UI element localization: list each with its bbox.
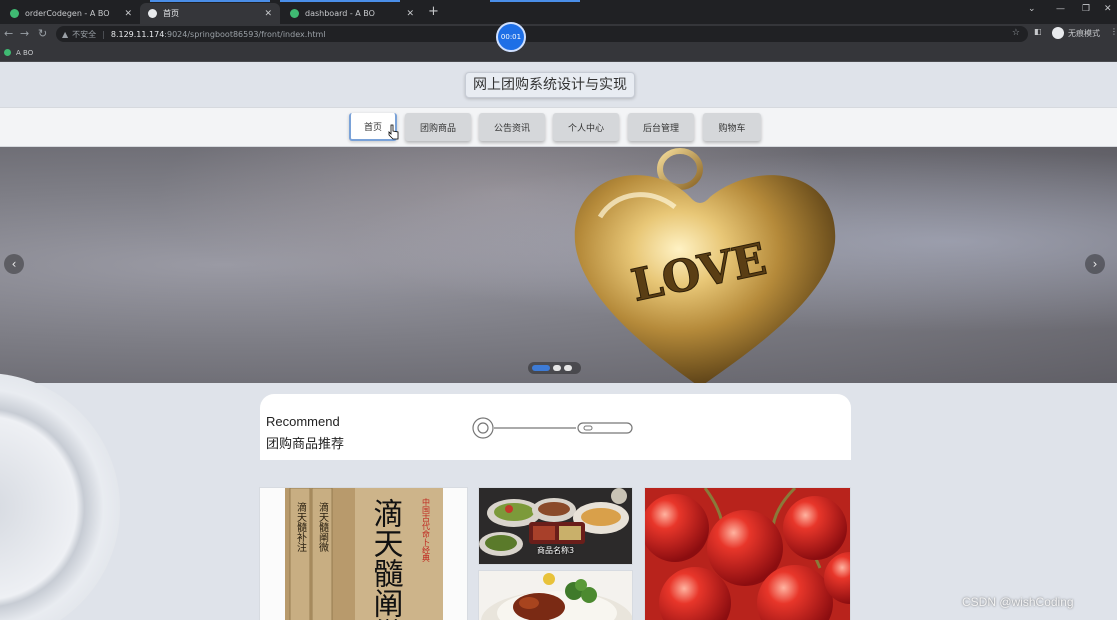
svg-text:滴天髓阐微: 滴天髓阐微 <box>317 501 329 553</box>
nav-announcements[interactable]: 公告资讯 <box>479 113 545 141</box>
nav-admin[interactable]: 后台管理 <box>628 113 694 141</box>
minimize-icon[interactable]: — <box>1056 4 1065 14</box>
carousel-dot[interactable] <box>564 365 572 371</box>
bookmark-favicon-icon <box>4 49 11 56</box>
tab-favicon-icon <box>10 9 19 18</box>
tab-title: 首页 <box>163 9 179 18</box>
menu-icon[interactable]: ⋮ <box>1110 27 1117 36</box>
browser-tab-bar: orderCodegen - A BO ✕ 首页 ✕ dashboard - A… <box>0 0 1117 24</box>
carousel-dot[interactable] <box>553 365 561 371</box>
close-window-icon[interactable]: ✕ <box>1104 4 1112 14</box>
url-host: 8.129.11.174 <box>110 29 165 39</box>
carousel-indicators <box>528 362 581 374</box>
watermark-text: CSDN @wishCoding <box>962 595 1074 609</box>
nav-cart[interactable]: 购物车 <box>703 113 761 141</box>
divider: | <box>102 29 105 39</box>
nav-group-products[interactable]: 团购商品 <box>405 113 471 141</box>
new-tab-button[interactable]: + <box>428 4 439 19</box>
tab-ordercodegen[interactable]: orderCodegen - A BO ✕ <box>2 3 140 24</box>
product-card[interactable] <box>478 570 633 620</box>
browser-toolbar: ← → ↻ ▲ 不安全 | 8.129.11.174 :9024/springb… <box>0 24 1117 44</box>
tab-dashboard[interactable]: dashboard - A BO ✕ <box>282 3 422 24</box>
heart-pendant-image: LOVE <box>574 148 836 383</box>
carousel-prev-button[interactable]: ‹ <box>4 254 24 274</box>
side-panel-icon[interactable]: ◧ <box>1034 27 1042 36</box>
hero-carousel[interactable]: LOVE ‹ › <box>0 147 1117 383</box>
close-icon[interactable]: ✕ <box>264 9 272 19</box>
globe-icon <box>148 9 157 18</box>
tab-title: dashboard - A BO <box>305 9 375 18</box>
product-card[interactable]: 滴天髓补注 滴天髓阐微 滴天髓阐微 中国古代命卜经典 <box>259 487 468 620</box>
url-path: :9024/springboot86593/front/index.html <box>164 29 326 39</box>
cherries-image <box>645 488 850 620</box>
reload-icon[interactable]: ↻ <box>38 27 47 40</box>
bookmark-star-icon[interactable]: ☆ <box>1012 28 1020 38</box>
forward-icon[interactable]: → <box>20 27 29 40</box>
tab-search-icon[interactable]: ⌄ <box>1028 4 1036 14</box>
warning-icon: ▲ <box>62 29 69 39</box>
main-nav: 首页 团购商品 公告资讯 个人中心 后台管理 购物车 <box>0 107 1117 147</box>
book-subtitle: 中国古代命卜经典 <box>422 497 431 563</box>
tab-loading-indicator <box>490 0 580 2</box>
section-divider-decoration <box>472 417 633 439</box>
tab-favicon-icon <box>290 9 299 18</box>
site-title: 网上团购系统设计与实现 <box>465 72 635 98</box>
tab-title: orderCodegen - A BO <box>25 9 110 18</box>
background-plate-decoration <box>0 373 120 620</box>
page-viewport: 网上团购系统设计与实现 首页 团购商品 公告资讯 个人中心 后台管理 购物车 L… <box>0 63 1117 620</box>
book-title: 滴天髓阐微 <box>368 498 404 620</box>
close-icon[interactable]: ✕ <box>124 9 132 19</box>
restore-icon[interactable]: ❐ <box>1082 4 1090 14</box>
recommend-title-en: Recommend <box>266 414 340 429</box>
mouse-cursor-icon <box>388 124 399 140</box>
product-card[interactable] <box>644 487 851 620</box>
book-cover-image: 滴天髓补注 滴天髓阐微 滴天髓阐微 中国古代命卜经典 <box>260 488 467 620</box>
carousel-dot[interactable] <box>532 365 550 371</box>
product-name: 商品名称3 <box>536 546 575 555</box>
tab-home[interactable]: 首页 ✕ <box>140 3 280 24</box>
svg-text:滴天髓补注: 滴天髓补注 <box>295 501 307 552</box>
back-icon[interactable]: ← <box>4 27 13 40</box>
address-bar[interactable]: ▲ 不安全 | 8.129.11.174 :9024/springboot865… <box>56 26 1028 42</box>
rice-dish-image <box>479 571 632 620</box>
tab-loading-indicator <box>150 0 270 2</box>
incognito-icon <box>1052 27 1064 39</box>
bookmark-item[interactable]: A BO <box>16 49 33 57</box>
close-icon[interactable]: ✕ <box>406 9 414 19</box>
carousel-next-button[interactable]: › <box>1085 254 1105 274</box>
recording-timer[interactable]: 00:01 <box>496 22 526 52</box>
security-label: 不安全 <box>72 29 97 39</box>
profile-label: 无痕模式 <box>1068 28 1100 38</box>
bookmarks-bar: A BO <box>0 44 1117 62</box>
tab-loading-indicator <box>280 0 400 2</box>
product-card[interactable]: 商品名称3 <box>478 487 633 565</box>
recommend-title-cn: 团购商品推荐 <box>266 437 345 452</box>
recommend-header: Recommend 团购商品推荐 <box>260 394 851 460</box>
profile-chip[interactable]: 无痕模式 <box>1052 27 1100 39</box>
nav-personal-center[interactable]: 个人中心 <box>553 113 619 141</box>
